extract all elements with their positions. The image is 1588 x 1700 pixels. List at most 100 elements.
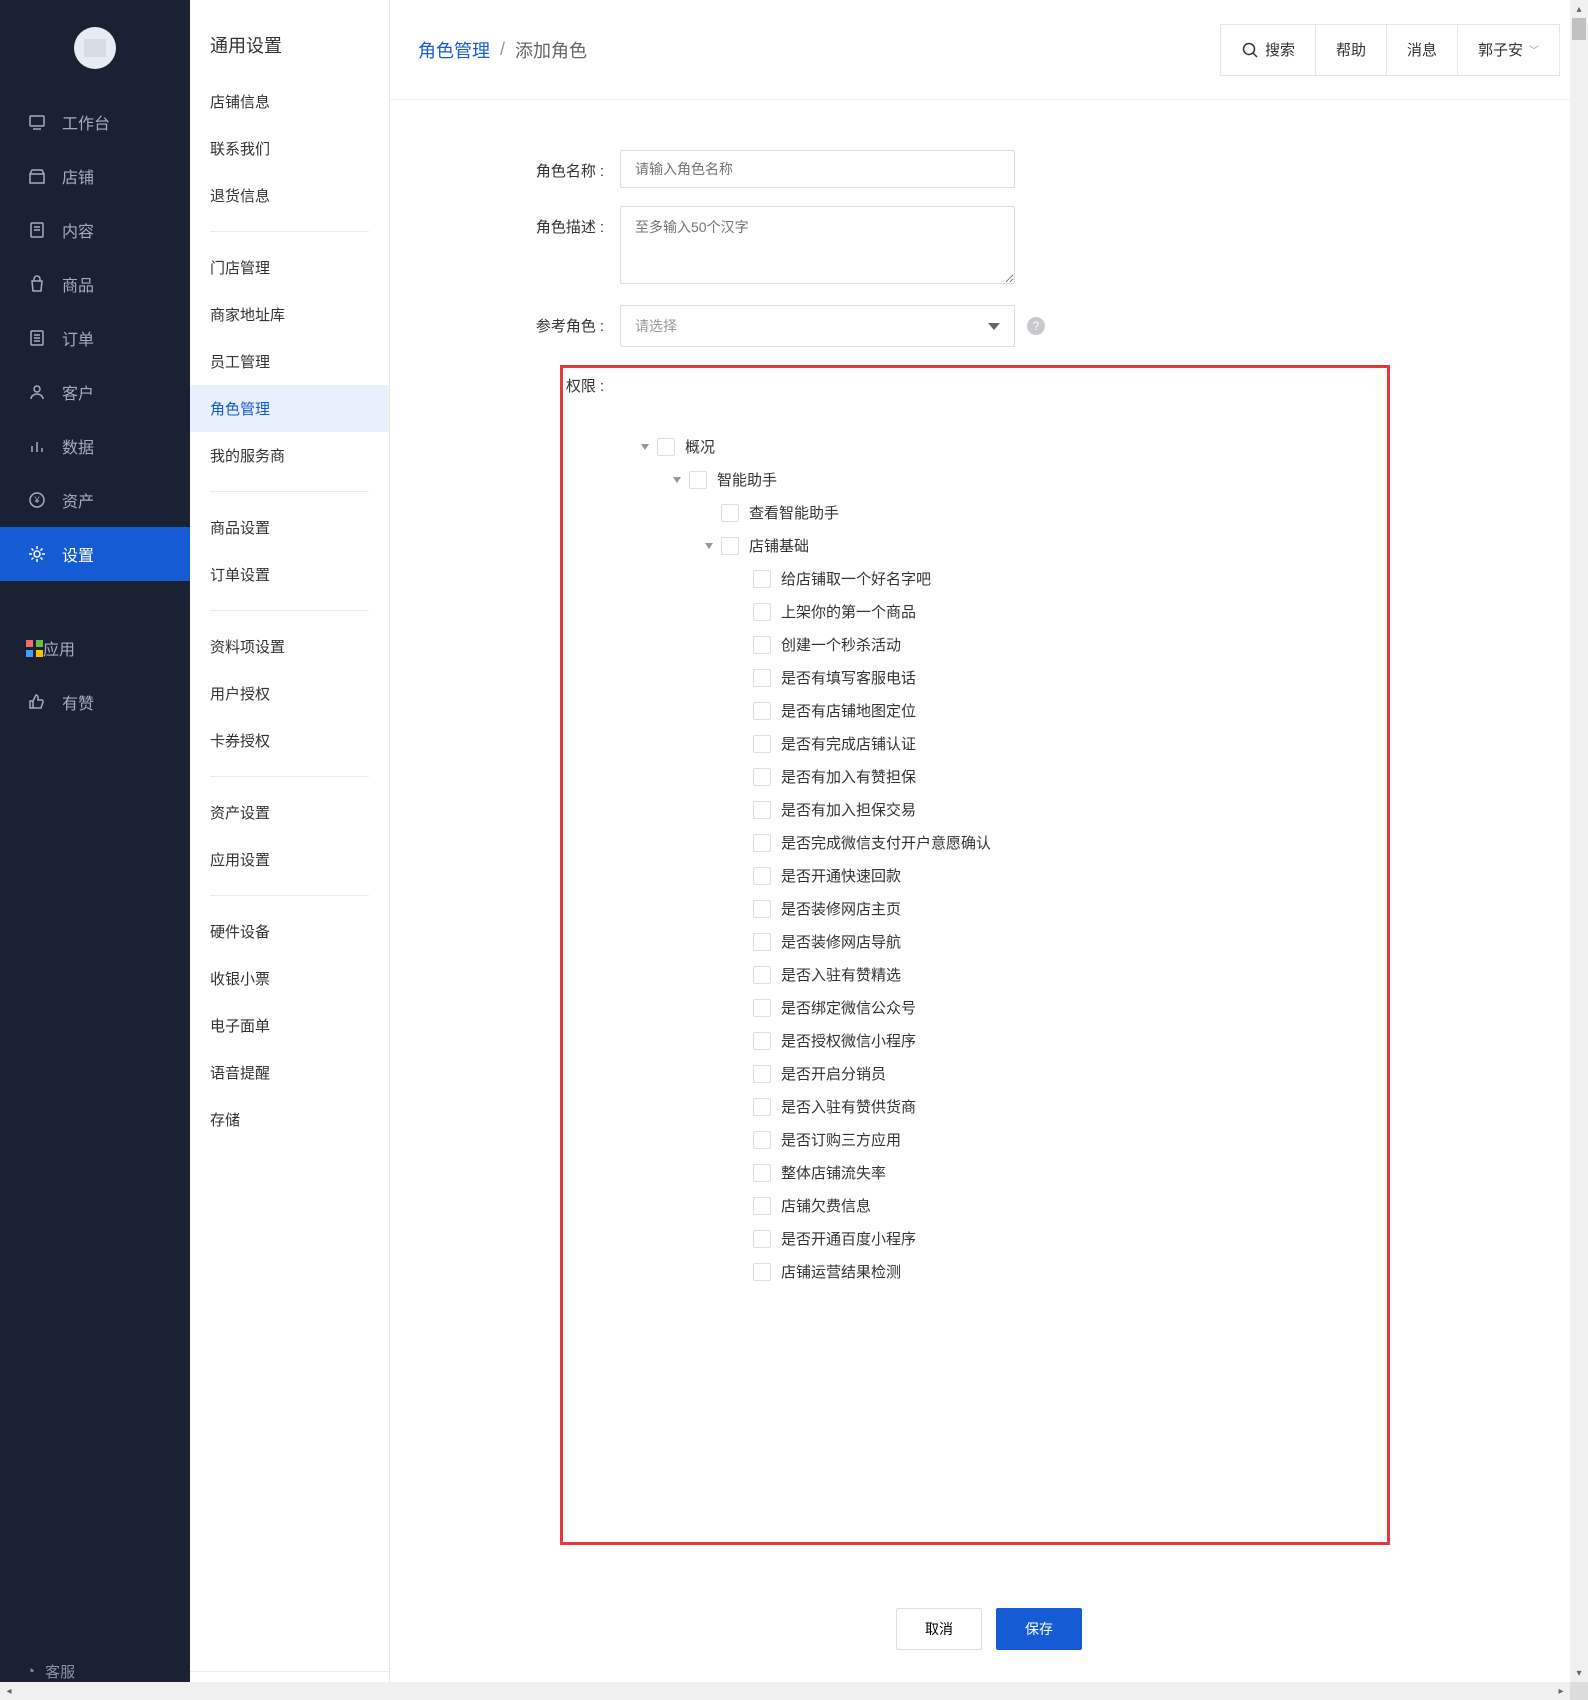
secondary-item[interactable]: 资产设置 — [190, 789, 389, 836]
secondary-item[interactable]: 应用设置 — [190, 836, 389, 883]
scroll-left-button[interactable]: ◂ — [0, 1682, 18, 1700]
primary-item-label: 店铺 — [62, 164, 94, 188]
secondary-item[interactable]: 退货信息 — [190, 172, 389, 219]
tree-checkbox[interactable] — [753, 900, 771, 918]
messages-action[interactable]: 消息 — [1386, 25, 1457, 75]
scrollbar-thumb[interactable] — [1572, 18, 1586, 40]
primary-item-0[interactable]: 工作台 — [0, 95, 190, 149]
tree-checkbox[interactable] — [753, 669, 771, 687]
primary-item-3[interactable]: 商品 — [0, 257, 190, 311]
tree-checkbox[interactable] — [753, 1197, 771, 1215]
secondary-item[interactable]: 用户授权 — [190, 670, 389, 717]
secondary-item[interactable]: 语音提醒 — [190, 1049, 389, 1096]
secondary-item[interactable]: 存储 — [190, 1096, 389, 1143]
secondary-item[interactable]: 我的服务商 — [190, 432, 389, 479]
tree-checkbox[interactable] — [753, 735, 771, 753]
tree-checkbox[interactable] — [753, 867, 771, 885]
tree-node: 店铺欠费信息 — [641, 1189, 1357, 1222]
breadcrumb-parent[interactable]: 角色管理 — [418, 37, 490, 63]
role-desc-textarea[interactable] — [620, 206, 1015, 284]
form-area: 角色名称 角色描述 参考角色 请选择 ? — [390, 100, 1588, 1700]
secondary-item[interactable]: 订单设置 — [190, 551, 389, 598]
tree-checkbox[interactable] — [657, 438, 675, 456]
secondary-item[interactable]: 店铺信息 — [190, 78, 389, 125]
primary-item-7[interactable]: ¥资产 — [0, 473, 190, 527]
ref-role-select[interactable]: 请选择 — [620, 305, 1015, 347]
user-menu[interactable]: 郭子安 ﹀ — [1457, 25, 1559, 75]
tree-checkbox[interactable] — [753, 702, 771, 720]
tree-checkbox[interactable] — [753, 1032, 771, 1050]
tree-node: 是否开通百度小程序 — [641, 1222, 1357, 1255]
tree-node-label: 是否装修网店导航 — [781, 931, 901, 952]
tree-node: 是否开通快速回款 — [641, 859, 1357, 892]
separator — [210, 776, 369, 777]
secondary-item[interactable]: 角色管理 — [190, 385, 389, 432]
apps-icon — [26, 640, 43, 657]
help-icon[interactable]: ? — [1027, 317, 1045, 335]
tree-checkbox[interactable] — [753, 570, 771, 588]
tree-node-label: 店铺运营结果检测 — [781, 1261, 901, 1282]
secondary-item[interactable]: 商家地址库 — [190, 291, 389, 338]
tree-checkbox[interactable] — [753, 636, 771, 654]
secondary-item[interactable]: 资料项设置 — [190, 623, 389, 670]
secondary-item[interactable]: 联系我们 — [190, 125, 389, 172]
scroll-up-button[interactable]: ▴ — [1570, 0, 1588, 18]
tree-checkbox[interactable] — [753, 1230, 771, 1248]
primary-extra-0[interactable]: 应用 — [0, 621, 190, 675]
tree-checkbox[interactable] — [753, 603, 771, 621]
tree-node-label: 是否有加入担保交易 — [781, 799, 916, 820]
secondary-item[interactable]: 电子面单 — [190, 1002, 389, 1049]
secondary-item[interactable]: 门店管理 — [190, 244, 389, 291]
tree-caret-icon[interactable] — [641, 444, 649, 450]
tree-checkbox[interactable] — [753, 933, 771, 951]
tree-node: 整体店铺流失率 — [641, 1156, 1357, 1189]
primary-item-1[interactable]: 店铺 — [0, 149, 190, 203]
primary-item-label: 内容 — [62, 218, 94, 242]
tree-node: 是否有完成店铺认证 — [641, 727, 1357, 760]
tree-checkbox[interactable] — [753, 1131, 771, 1149]
primary-item-2[interactable]: 内容 — [0, 203, 190, 257]
tree-checkbox[interactable] — [721, 504, 739, 522]
tree-node: 店铺运营结果检测 — [641, 1255, 1357, 1288]
help-action[interactable]: 帮助 — [1315, 25, 1386, 75]
tree-node: 是否开启分销员 — [641, 1057, 1357, 1090]
tree-node-label: 店铺欠费信息 — [781, 1195, 871, 1216]
primary-item-6[interactable]: 数据 — [0, 419, 190, 473]
scroll-right-button[interactable]: ▸ — [1552, 1682, 1570, 1700]
role-name-input[interactable] — [620, 150, 1015, 188]
secondary-item[interactable]: 员工管理 — [190, 338, 389, 385]
tree-checkbox[interactable] — [753, 999, 771, 1017]
save-button[interactable]: 保存 — [996, 1608, 1082, 1650]
secondary-sidebar: 通用设置 店铺信息联系我们退货信息门店管理商家地址库员工管理角色管理我的服务商商… — [190, 0, 390, 1700]
tree-checkbox[interactable] — [753, 966, 771, 984]
tree-checkbox[interactable] — [753, 834, 771, 852]
tree-caret-icon[interactable] — [673, 477, 681, 483]
tree-caret-icon[interactable] — [705, 543, 713, 549]
primary-item-4[interactable]: 订单 — [0, 311, 190, 365]
primary-item-8[interactable]: 设置 — [0, 527, 190, 581]
tree-checkbox[interactable] — [753, 801, 771, 819]
secondary-item[interactable]: 收银小票 — [190, 955, 389, 1002]
tree-node-label: 是否有完成店铺认证 — [781, 733, 916, 754]
tree-checkbox[interactable] — [721, 537, 739, 555]
search-action[interactable]: 搜索 — [1221, 25, 1315, 75]
tree-checkbox[interactable] — [753, 768, 771, 786]
tree-node: 是否授权微信小程序 — [641, 1024, 1357, 1057]
scrollbar-horizontal[interactable]: ◂ ▸ — [0, 1682, 1570, 1700]
logo[interactable] — [74, 27, 116, 69]
secondary-item[interactable]: 硬件设备 — [190, 908, 389, 955]
secondary-item[interactable]: 卡券授权 — [190, 717, 389, 764]
tree-checkbox[interactable] — [689, 471, 707, 489]
tree-checkbox[interactable] — [753, 1065, 771, 1083]
primary-item-5[interactable]: 客户 — [0, 365, 190, 419]
tree-checkbox[interactable] — [753, 1098, 771, 1116]
scroll-down-button[interactable]: ▾ — [1570, 1664, 1588, 1682]
primary-item-label: 应用 — [43, 636, 75, 660]
primary-extra-1[interactable]: 有赞 — [0, 675, 190, 729]
tree-checkbox[interactable] — [753, 1164, 771, 1182]
gear-icon — [26, 543, 48, 565]
secondary-item[interactable]: 商品设置 — [190, 504, 389, 551]
cancel-button[interactable]: 取消 — [896, 1608, 982, 1650]
tree-checkbox[interactable] — [753, 1263, 771, 1281]
scrollbar-vertical[interactable]: ▴ ▾ — [1570, 0, 1588, 1682]
